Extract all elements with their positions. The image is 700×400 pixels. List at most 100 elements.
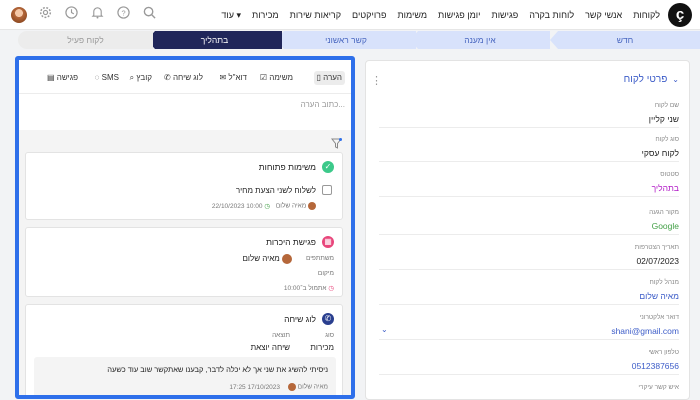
stage-in-progress[interactable]: בתהליך [147, 31, 282, 49]
field-account-manager[interactable]: מנהל לקוח מאיה שלום [379, 278, 679, 305]
chevron-down-icon[interactable]: ⌄ [381, 325, 388, 334]
nav-tasks[interactable]: משימות [397, 10, 427, 20]
tab-call-log[interactable]: ✆ לוג שיחה [164, 71, 203, 85]
tab-note[interactable]: ▯ הערה [313, 71, 345, 85]
field-label: מנהל לקוח [649, 279, 679, 286]
note-time: 17/10/2023 17:25 [229, 383, 281, 391]
tab-label: משימה [269, 73, 293, 82]
user-avatar[interactable] [11, 7, 27, 23]
tab-label: לוג שיחה [172, 73, 203, 82]
call-result-label: תוצאה [272, 332, 290, 339]
field-value: מאיה שלום [639, 291, 679, 301]
field-email[interactable]: דואר אלקטרוני shani@gmail.com ⌄ [379, 313, 679, 340]
tab-email[interactable]: ✉ דוא"ל [219, 71, 247, 85]
bell-icon[interactable] [90, 6, 104, 20]
field-value: לקוח עסקי [641, 148, 679, 158]
nav-customers[interactable]: לקוחות [633, 10, 660, 20]
activity-feed: ✓ משימות פתוחות לשלוח לשני הצעת מחיר מאי… [19, 130, 351, 395]
field-label: דואר אלקטרוני [639, 314, 679, 321]
field-customer-type[interactable]: סוג לקוח לקוח עסקי [379, 135, 679, 162]
avatar [308, 202, 316, 210]
gear-icon[interactable] [38, 6, 52, 20]
field-label: סוג לקוח [655, 136, 679, 143]
nav-meetings[interactable]: פגישות [492, 10, 519, 20]
tab-label: SMS [101, 73, 119, 82]
field-label: טלפון ראשי [648, 349, 679, 356]
top-navigation-bar: ç לקוחות אנשי קשר לוחות בקרה פגישות יומן… [0, 0, 700, 30]
participant-name: מאיה שלום [242, 254, 280, 264]
due-date: 22/10/2023 10:00 [211, 203, 263, 210]
field-label: שם לקוח [654, 102, 679, 109]
avatar [287, 383, 296, 391]
customer-details-panel: ⋮ פרטי לקוח ⌄ שם לקוח שני קליין סוג לקוח… [365, 60, 690, 400]
tab-task[interactable]: ☑ משימה [260, 71, 293, 85]
tab-meeting[interactable]: ▤ פגישה [47, 71, 78, 85]
field-value: שני קליין [648, 114, 679, 124]
task-due: 22/10/2023 10:00 ◷ [212, 202, 270, 210]
field-customer-name[interactable]: שם לקוח שני קליין [379, 101, 679, 128]
clock-icon[interactable] [64, 6, 78, 20]
note-owner: מאיה שלום [297, 383, 328, 391]
location-label: מיקום [317, 270, 334, 277]
activity-panel: ▯ הערה ☑ משימה ✉ דוא"ל ✆ לוג שיחה ⌕ קובץ… [15, 56, 355, 399]
activity-tabs: ▯ הערה ☑ משימה ✉ דוא"ל ✆ לוג שיחה ⌕ קובץ… [19, 60, 351, 94]
phone-icon: ✆ [164, 73, 171, 82]
paperclip-icon: ⌕ [129, 73, 135, 82]
field-label: סטטוס [660, 171, 679, 178]
nav-calendar[interactable]: יומן פגישות [438, 10, 480, 20]
details-header[interactable]: פרטי לקוח ⌄ [624, 74, 679, 85]
nav-more[interactable]: עוד ▾ [221, 10, 241, 21]
field-value: 0512387656 [631, 361, 679, 371]
field-value: 02/07/2023 [636, 256, 679, 266]
field-status[interactable]: סטטוס בתהליך [379, 170, 679, 197]
svg-text:?: ? [121, 8, 125, 17]
task-owner-name: מאיה שלום [275, 202, 307, 210]
call-type-label: סוג [325, 332, 334, 339]
card-title: פגישת היכרות [266, 237, 316, 247]
nav-contacts[interactable]: אנשי קשר [585, 10, 622, 20]
tab-label: פגישה [56, 73, 78, 82]
tab-file[interactable]: ⌕ קובץ [130, 71, 152, 85]
note-input[interactable]: כתוב הערה... [301, 100, 345, 109]
nav-projects[interactable]: פרויקטים [352, 10, 386, 20]
phone-icon: ✆ [322, 313, 334, 325]
card-title: לוג שיחה [284, 314, 316, 324]
clock-icon: ◷ [264, 203, 270, 210]
open-tasks-card: ✓ משימות פתוחות לשלוח לשני הצעת מחיר מאי… [25, 152, 343, 220]
field-main-contact[interactable]: איש קשר עיקרי [379, 383, 679, 400]
field-lead-source[interactable]: מקור הגעה Google [379, 208, 679, 235]
field-phone[interactable]: טלפון ראשי 0512387656 [379, 348, 679, 375]
mail-icon: ✉ [219, 73, 227, 82]
field-value: shani@gmail.com [611, 326, 679, 336]
search-icon[interactable] [142, 6, 156, 20]
field-label: איש קשר עיקרי [638, 384, 679, 391]
field-value [379, 393, 679, 400]
tab-label: קובץ [136, 73, 152, 82]
alarm-icon: ◷ [328, 285, 334, 292]
tab-sms[interactable]: ◌ SMS [95, 71, 119, 85]
participant: מאיה שלום [242, 254, 292, 264]
card-title: משימות פתוחות [258, 162, 316, 172]
more-options-icon[interactable]: ⋮ [371, 74, 382, 87]
call-note-text: ניסיתי להשיג את שני אך לא יכלה לדבר, קבע… [107, 365, 328, 374]
stage-no-answer[interactable]: אין מענה [410, 31, 550, 49]
meeting-reminder: אתמול ב־10:00 ◷ [284, 284, 334, 292]
nav-dashboards[interactable]: לוחות בקרה [529, 10, 574, 20]
note-icon: ▯ [316, 73, 321, 82]
main-nav: לקוחות אנשי קשר לוחות בקרה פגישות יומן פ… [221, 0, 660, 30]
stage-active-customer[interactable]: לקוח פעיל [18, 31, 153, 49]
task-checkbox[interactable] [322, 185, 332, 195]
call-note-box: ניסיתי להשיג את שני אך לא יכלה לדבר, קבע… [34, 357, 336, 395]
participants-label: משתתפים [305, 255, 334, 262]
call-log-card: ✆ לוג שיחה סוג מכירות תוצאה שיחה יוצאת נ… [25, 304, 343, 395]
help-icon[interactable]: ? [116, 6, 130, 20]
task-icon: ☑ [259, 73, 268, 82]
task-title[interactable]: לשלוח לשני הצעת מחיר [236, 186, 316, 195]
stage-new[interactable]: חדש [550, 31, 700, 49]
tab-label: הערה [323, 73, 342, 82]
app-logo[interactable]: ç [668, 3, 692, 27]
stage-first-contact[interactable]: קשר ראשוני [276, 31, 416, 49]
nav-service-calls[interactable]: קריאות שירות [290, 10, 341, 20]
nav-sales[interactable]: מכירות [252, 10, 279, 20]
field-join-date[interactable]: תאריך הצטרפות 02/07/2023 [379, 243, 679, 270]
